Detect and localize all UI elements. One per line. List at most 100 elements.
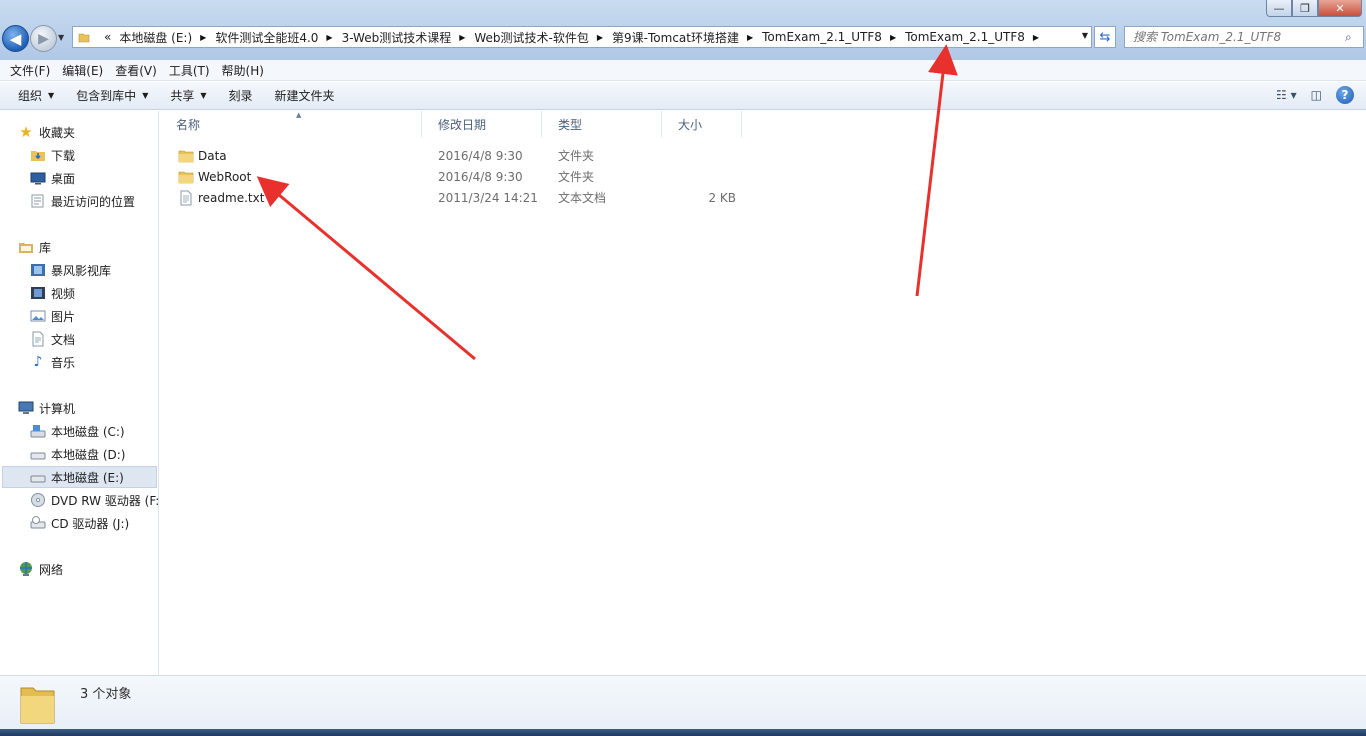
nav-documents[interactable]: 文档 <box>30 329 75 349</box>
nav-dvd-drive[interactable]: DVD RW 驱动器 (F: <box>30 490 158 510</box>
breadcrumb-item-current[interactable]: TomExam_2.1_UTF8 ▶ <box>901 30 1044 44</box>
menu-file[interactable]: 文件(F) <box>4 62 56 79</box>
picture-icon <box>30 308 46 324</box>
minimize-button[interactable]: — <box>1266 0 1292 17</box>
file-type: 文本文档 <box>558 191 607 205</box>
breadcrumb-overflow[interactable]: « <box>100 30 115 44</box>
nav-disk-d[interactable]: 本地磁盘 (D:) <box>30 444 125 464</box>
share-button[interactable]: 共享 ▼ <box>162 87 214 104</box>
chevron-right-icon[interactable]: ▶ <box>196 33 211 42</box>
item-count: 3 个对象 <box>80 687 132 702</box>
new-folder-button[interactable]: 新建文件夹 <box>267 87 343 104</box>
nav-recent-places[interactable]: 最近访问的位置 <box>30 191 135 211</box>
view-options-icon[interactable]: ☷ ▾ <box>1276 88 1297 102</box>
file-modified: 2016/4/8 9:30 <box>438 169 523 184</box>
breadcrumb-item[interactable]: 软件测试全能班4.0 ▶ <box>211 29 337 46</box>
chevron-right-icon[interactable]: ▶ <box>593 33 608 42</box>
chevron-right-icon[interactable]: ▶ <box>322 33 337 42</box>
folder-icon <box>78 33 90 43</box>
search-box[interactable]: ⌕ <box>1124 26 1364 48</box>
new-folder-label: 新建文件夹 <box>274 89 335 103</box>
close-button[interactable]: ✕ <box>1318 0 1362 17</box>
breadcrumb-item[interactable]: Web测试技术-软件包 ▶ <box>470 29 608 46</box>
system-drive-icon <box>30 423 46 439</box>
column-header-name[interactable]: 名称 ▲ <box>160 111 422 137</box>
nav-label: 本地磁盘 (D:) <box>51 447 126 462</box>
recent-pages-button[interactable]: ▼ <box>58 33 64 42</box>
share-label: 共享 <box>170 89 195 103</box>
column-label: 名称 <box>176 117 201 132</box>
folder-icon <box>178 148 194 164</box>
help-icon[interactable]: ? <box>1336 86 1354 104</box>
chevron-right-icon[interactable]: ▶ <box>1029 33 1044 42</box>
search-icon[interactable]: ⌕ <box>1345 30 1363 45</box>
breadcrumb-item[interactable]: 3-Web测试技术课程 ▶ <box>338 29 471 46</box>
breadcrumb-item[interactable]: 本地磁盘 (E:) ▶ <box>115 29 211 46</box>
forward-button[interactable]: ▶ <box>30 25 57 52</box>
cd-drive-icon <box>30 515 46 531</box>
chevron-right-icon[interactable]: ▶ <box>455 33 470 42</box>
burn-button[interactable]: 刻录 <box>221 87 261 104</box>
menu-help[interactable]: 帮助(H) <box>216 62 270 79</box>
chevron-right-icon[interactable]: ▶ <box>743 33 758 42</box>
nav-videos[interactable]: 视频 <box>30 283 75 303</box>
preview-pane-icon[interactable]: ◫ <box>1311 88 1322 102</box>
refresh-icon: ⇆ <box>1099 29 1111 45</box>
breadcrumb-item[interactable]: TomExam_2.1_UTF8 ▶ <box>758 30 901 44</box>
library-icon <box>18 239 34 255</box>
maximize-button[interactable]: ❐ <box>1292 0 1318 17</box>
navigation-pane: ★ 收藏夹 下载 桌面 最近访问的位置 库 暴风影视库 视频 图片 文档 ♪ 音… <box>0 111 159 675</box>
nav-music[interactable]: ♪ 音乐 <box>30 352 75 372</box>
chevron-right-icon[interactable]: ▶ <box>886 33 901 42</box>
file-row[interactable]: Data 2016/4/8 9:30 文件夹 <box>160 145 760 166</box>
refresh-button[interactable]: ⇆ <box>1094 26 1116 48</box>
file-name: readme.txt <box>198 190 265 205</box>
address-bar[interactable]: « 本地磁盘 (E:) ▶ 软件测试全能班4.0 ▶ 3-Web测试技术课程 ▶ We… <box>72 26 1092 48</box>
nav-network[interactable]: 网络 <box>18 559 63 579</box>
nav-disk-e[interactable]: 本地磁盘 (E:) <box>2 466 157 488</box>
file-type: 文件夹 <box>558 170 595 184</box>
text-file-icon <box>178 190 194 206</box>
nav-label: 暴风影视库 <box>51 263 112 278</box>
taskbar <box>0 729 1366 736</box>
search-input[interactable] <box>1125 30 1345 44</box>
nav-favorites[interactable]: ★ 收藏夹 <box>18 122 75 142</box>
include-library-button[interactable]: 包含到库中 ▼ <box>68 87 156 104</box>
nav-label: 音乐 <box>51 355 76 370</box>
nav-pictures[interactable]: 图片 <box>30 306 75 326</box>
organize-button[interactable]: 组织 ▼ <box>10 87 62 104</box>
file-modified: 2011/3/24 14:21 <box>438 190 538 205</box>
chevron-down-icon: ▼ <box>142 91 149 100</box>
command-bar: 组织 ▼ 包含到库中 ▼ 共享 ▼ 刻录 新建文件夹 ☷ ▾ ◫ ? <box>0 82 1366 110</box>
recent-places-icon <box>30 193 46 209</box>
music-icon: ♪ <box>33 354 43 370</box>
back-button[interactable]: ◀ <box>2 25 29 52</box>
computer-icon <box>18 400 34 416</box>
file-type: 文件夹 <box>558 149 595 163</box>
menu-edit[interactable]: 编辑(E) <box>56 62 109 79</box>
file-row[interactable]: readme.txt 2011/3/24 14:21 文本文档 2 KB <box>160 187 760 208</box>
nav-libraries[interactable]: 库 <box>18 237 51 257</box>
nav-cd-drive[interactable]: CD 驱动器 (J:) <box>30 513 129 533</box>
column-header-modified[interactable]: 修改日期 <box>422 111 542 137</box>
menu-view[interactable]: 查看(V) <box>109 62 163 79</box>
nav-storm-library[interactable]: 暴风影视库 <box>30 260 111 280</box>
address-dropdown-icon[interactable]: ▼ <box>1082 31 1088 40</box>
view-tools: ☷ ▾ ◫ ? <box>1276 86 1354 104</box>
menu-tools[interactable]: 工具(T) <box>163 62 216 79</box>
column-header-type[interactable]: 类型 <box>542 111 662 137</box>
column-header-size[interactable]: 大小 <box>662 111 742 137</box>
file-row[interactable]: WebRoot 2016/4/8 9:30 文件夹 <box>160 166 760 187</box>
nav-label: 本地磁盘 (E:) <box>51 470 124 485</box>
star-icon: ★ <box>19 123 33 141</box>
title-bar: — ❐ ✕ ◀ ▶ ▼ « 本地磁盘 (E:) ▶ 软件测试全能班4.0 ▶ 3-W… <box>0 0 1366 60</box>
nav-desktop[interactable]: 桌面 <box>30 168 75 188</box>
folder-icon <box>20 687 55 724</box>
nav-computer[interactable]: 计算机 <box>18 398 75 418</box>
nav-downloads[interactable]: 下载 <box>30 145 75 165</box>
organize-label: 组织 <box>18 89 43 103</box>
breadcrumb-item[interactable]: 第9课-Tomcat环境搭建 ▶ <box>608 29 758 46</box>
drive-icon <box>30 446 46 462</box>
nav-label: DVD RW 驱动器 (F: <box>51 493 158 508</box>
nav-disk-c[interactable]: 本地磁盘 (C:) <box>30 421 125 441</box>
